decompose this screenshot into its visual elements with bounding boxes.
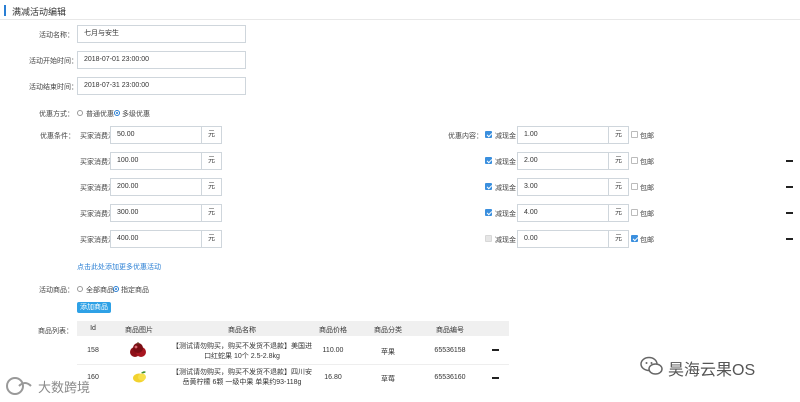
tier-threshold-unit: 元 <box>202 178 222 196</box>
cash-off-checkbox[interactable] <box>485 183 492 190</box>
row2-name-line1: 【测试请勿购买，购买不发货不退款】四川安 <box>172 369 312 376</box>
tier-threshold-input[interactable]: 400.00 <box>110 230 202 248</box>
cash-off-unit: 元 <box>609 230 629 248</box>
radio-all-goods[interactable] <box>77 286 83 292</box>
add-more-tiers-link[interactable]: 点击此处添加更多优惠活动 <box>77 262 161 272</box>
remove-tier-icon[interactable] <box>786 160 793 162</box>
cash-off-input[interactable]: 2.00 <box>517 152 609 170</box>
free-shipping-label: 包邮 <box>640 211 654 218</box>
remove-tier-icon[interactable] <box>786 212 793 214</box>
discount-type-label: 优惠方式： <box>39 111 74 118</box>
row-divider <box>77 364 509 365</box>
free-shipping-label: 包邮 <box>640 185 654 192</box>
header-sku: 商品编号 <box>436 327 464 334</box>
cash-off-unit: 元 <box>609 126 629 144</box>
title-accent-bar <box>4 5 6 16</box>
header-divider <box>0 19 800 20</box>
cash-off-label: 减现金 <box>495 159 516 166</box>
cash-off-label: 减现金 <box>495 237 516 244</box>
radio-specified-goods[interactable] <box>113 286 119 292</box>
row2-category: 草莓 <box>381 376 395 383</box>
name-label: 活动名称： <box>39 32 74 39</box>
row1-name-line1: 【测试请勿购买，购买不发货不退款】美国进 <box>172 343 312 350</box>
tier-threshold-input[interactable]: 200.00 <box>110 178 202 196</box>
row1-id: 158 <box>87 347 99 354</box>
radio-normal-discount[interactable] <box>77 110 83 116</box>
logo-icon <box>4 375 34 397</box>
free-shipping-checkbox[interactable] <box>631 157 638 164</box>
end-time-label: 活动结束时间： <box>29 84 78 91</box>
cash-off-input[interactable]: 4.00 <box>517 204 609 222</box>
header-price: 商品价格 <box>319 327 347 334</box>
cash-off-checkbox[interactable] <box>485 235 492 242</box>
free-shipping-checkbox[interactable] <box>631 183 638 190</box>
radio-multi-label: 多级优惠 <box>122 111 150 118</box>
condition-label: 优惠条件： <box>40 133 75 140</box>
remove-tier-icon[interactable] <box>786 238 793 240</box>
start-time-label: 活动开始时间： <box>29 58 78 65</box>
radio-normal-label: 普通优惠 <box>86 111 114 118</box>
row2-name: 【测试请勿购买，购买不发货不退款】四川安 岳黄柠檬 6颗 一级中果 单果约93-… <box>168 368 316 388</box>
free-shipping-label: 包邮 <box>640 237 654 244</box>
row1-name-line2: 口红蛇果 10个 2.5-2.8kg <box>204 353 280 360</box>
remove-product-icon[interactable] <box>492 377 499 379</box>
row1-sku: 65536158 <box>434 347 466 354</box>
tier-threshold-unit: 元 <box>202 152 222 170</box>
free-shipping-checkbox[interactable] <box>631 131 638 138</box>
cash-off-unit: 元 <box>609 178 629 196</box>
watermark-right: 昊海云果OS <box>668 362 756 379</box>
cash-off-label: 减现金 <box>495 185 516 192</box>
remove-tier-icon[interactable] <box>786 186 793 188</box>
cash-off-label: 减现金 <box>495 211 516 218</box>
row2-name-line2: 岳黄柠檬 6颗 一级中果 单果约93-118g <box>182 379 302 386</box>
tier-threshold-input[interactable]: 100.00 <box>110 152 202 170</box>
radio-all-goods-label: 全部商品 <box>86 287 114 294</box>
goods-list-label: 商品列表： <box>38 328 73 335</box>
row2-price: 16.80 <box>324 374 342 381</box>
lemon-product-image <box>131 368 149 386</box>
goods-label: 活动商品： <box>39 287 74 294</box>
end-time-input[interactable]: 2018-07-31 23:00:00 <box>77 77 246 95</box>
row1-price: 110.00 <box>322 347 344 354</box>
page-title: 满减活动编辑 <box>12 7 67 17</box>
row1-name: 【测试请勿购买，购买不发货不退款】美国进 口红蛇果 10个 2.5-2.8kg <box>168 342 316 362</box>
remove-product-icon[interactable] <box>492 349 499 351</box>
tier-threshold-unit: 元 <box>202 204 222 222</box>
apple-product-image <box>128 341 148 361</box>
cash-off-unit: 元 <box>609 152 629 170</box>
cash-off-input[interactable]: 3.00 <box>517 178 609 196</box>
start-time-input[interactable]: 2018-07-01 23:00:00 <box>77 51 246 69</box>
cash-off-checkbox[interactable] <box>485 131 492 138</box>
radio-specified-goods-label: 指定商品 <box>121 287 149 294</box>
activity-name-input[interactable]: 七月与安生 <box>77 25 246 43</box>
free-shipping-label: 包邮 <box>640 133 654 140</box>
row2-sku: 65536160 <box>434 374 466 381</box>
content-label: 优惠内容： <box>448 133 483 140</box>
cash-off-unit: 元 <box>609 204 629 222</box>
cash-off-checkbox[interactable] <box>485 209 492 216</box>
wechat-icon <box>640 355 664 377</box>
header-name: 商品名称 <box>228 327 256 334</box>
cash-off-checkbox[interactable] <box>485 157 492 164</box>
tier-threshold-unit: 元 <box>202 126 222 144</box>
tier-threshold-input[interactable]: 50.00 <box>110 126 202 144</box>
header-id: Id <box>90 325 96 332</box>
free-shipping-checkbox[interactable] <box>631 209 638 216</box>
tier-threshold-unit: 元 <box>202 230 222 248</box>
radio-multi-discount[interactable] <box>114 110 120 116</box>
cash-off-input[interactable]: 0.00 <box>517 230 609 248</box>
row1-category: 苹果 <box>381 349 395 356</box>
tier-threshold-input[interactable]: 300.00 <box>110 204 202 222</box>
add-goods-button[interactable]: 添加商品 <box>77 302 111 313</box>
free-shipping-checkbox[interactable] <box>631 235 638 242</box>
cash-off-label: 减现金 <box>495 133 516 140</box>
header-category: 商品分类 <box>374 327 402 334</box>
cash-off-input[interactable]: 1.00 <box>517 126 609 144</box>
free-shipping-label: 包邮 <box>640 159 654 166</box>
header-image: 商品图片 <box>125 327 153 334</box>
watermark-left: 大数跨境 <box>38 380 91 395</box>
